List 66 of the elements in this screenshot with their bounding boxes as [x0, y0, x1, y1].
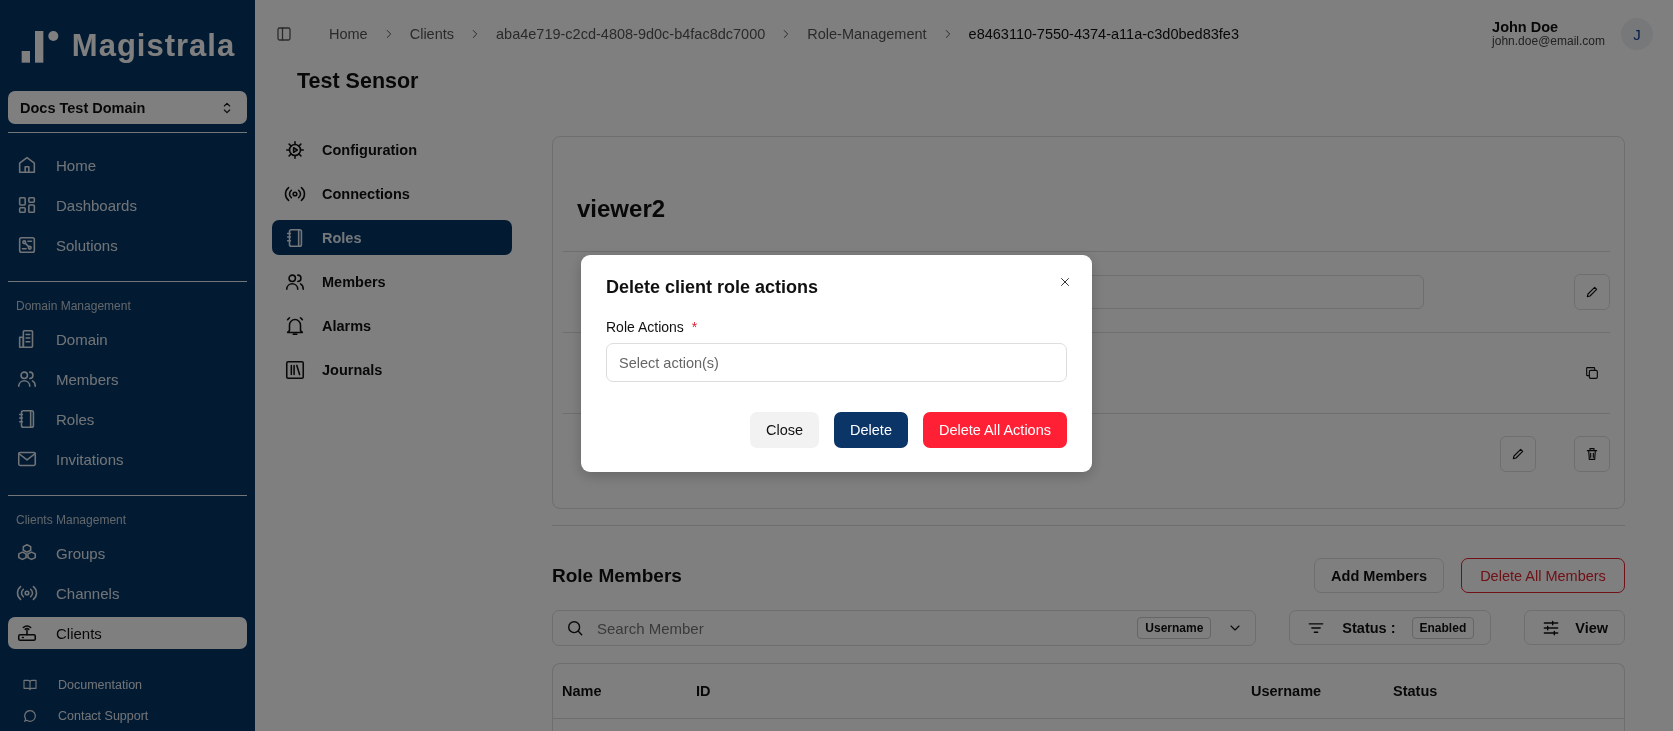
- section-heading: Clients Management: [15, 512, 128, 529]
- column-header[interactable]: Name: [562, 683, 696, 699]
- required-mark: *: [691, 319, 698, 335]
- logo-text: Magistrala: [71, 27, 236, 64]
- column-header[interactable]: Username: [1251, 683, 1393, 699]
- breadcrumb-link[interactable]: Role-Management: [807, 26, 927, 42]
- view-button[interactable]: View: [1524, 610, 1625, 645]
- user-avatar[interactable]: J: [1621, 18, 1653, 50]
- nav-icon: [16, 368, 38, 390]
- delete-all-actions-button[interactable]: Delete All Actions: [922, 412, 1067, 448]
- edit-icon: [1584, 284, 1600, 300]
- delete-all-members-button[interactable]: Delete All Members: [1461, 558, 1625, 593]
- search-icon: [565, 618, 585, 638]
- section-title: Role Members: [552, 564, 683, 587]
- sidebar-item[interactable]: Groups: [8, 537, 247, 569]
- page-tab[interactable]: Roles: [272, 220, 512, 255]
- sidebar-item[interactable]: Home: [8, 149, 247, 181]
- user-email: john.doe@email.com: [1492, 35, 1605, 48]
- add-members-button[interactable]: Add Members: [1314, 558, 1444, 593]
- house-icon: [16, 154, 38, 176]
- breadcrumb-link[interactable]: e8463110-7550-4374-a11a-c3d0bed83fe3: [968, 26, 1239, 42]
- sidebar-item[interactable]: Dashboards: [8, 189, 247, 221]
- page-tab[interactable]: Alarms: [272, 308, 512, 343]
- domain-selector[interactable]: Docs Test Domain: [8, 91, 247, 124]
- breadcrumb-link[interactable]: Clients: [409, 26, 454, 42]
- section-heading: Domain Management: [15, 298, 132, 315]
- nav-icon: [16, 194, 38, 216]
- sidebar-item[interactable]: Channels: [8, 577, 247, 609]
- dialog-title: Delete client role actions: [606, 277, 819, 299]
- sidebar-item[interactable]: Members: [8, 363, 247, 395]
- page-tab[interactable]: Journals: [272, 352, 512, 387]
- sidebar-item[interactable]: Clients: [8, 617, 247, 649]
- column-header[interactable]: ID: [696, 683, 1251, 699]
- page-tab[interactable]: Members: [272, 264, 512, 299]
- gear-icon: [284, 138, 306, 161]
- column-header[interactable]: Status: [1393, 683, 1624, 699]
- copy-icon: [1584, 365, 1600, 381]
- sidebar-item[interactable]: Roles: [8, 403, 247, 435]
- sidebar-item[interactable]: Solutions: [8, 229, 247, 261]
- status-filter-button[interactable]: Status : Enabled: [1289, 610, 1492, 645]
- breadcrumb-link[interactable]: aba4e719-c2cd-4808-9d0c-b4fac8dc7000: [496, 26, 766, 42]
- role-actions-field[interactable]: Select action(s): [606, 343, 1067, 382]
- close-dialog-button[interactable]: Close: [749, 412, 820, 448]
- sidebar-toggle-icon[interactable]: [275, 25, 293, 43]
- chat-icon: [22, 707, 38, 724]
- sidebar-item[interactable]: Domain: [8, 323, 247, 355]
- user-name: John Doe: [1492, 20, 1560, 36]
- nav-icon: [16, 234, 38, 256]
- page-title: Test Sensor: [297, 68, 420, 94]
- delete-icon: [1584, 446, 1600, 462]
- footer-link[interactable]: Contact Support: [8, 700, 247, 731]
- footer-link[interactable]: Documentation: [8, 669, 247, 700]
- edit-icon: [1510, 446, 1526, 462]
- delete-button[interactable]: [1574, 436, 1610, 472]
- role-name: viewer2: [577, 195, 667, 224]
- page-tab[interactable]: Configuration: [272, 132, 512, 167]
- bell-icon: [284, 314, 306, 337]
- close-icon: [1058, 275, 1072, 289]
- sidebar-item[interactable]: Invitations: [8, 443, 247, 475]
- delete-button[interactable]: Delete: [834, 412, 908, 448]
- page-tab[interactable]: Connections: [272, 176, 512, 211]
- breadcrumb-link[interactable]: Home: [329, 26, 368, 42]
- nav-icon: [16, 622, 38, 644]
- journal-icon: [284, 358, 306, 381]
- search-field[interactable]: Search Member Username: [552, 610, 1257, 646]
- field-label: Role Actions: [606, 319, 684, 335]
